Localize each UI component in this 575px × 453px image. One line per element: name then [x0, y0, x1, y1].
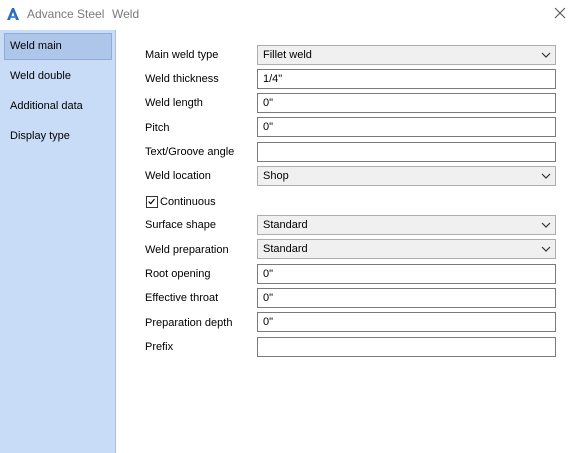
sidebar-item-label: Additional data	[10, 100, 83, 112]
chevron-down-icon	[541, 246, 551, 252]
prefix-input[interactable]	[257, 337, 556, 357]
text-groove-angle-input[interactable]	[257, 142, 556, 162]
weld-location-label: Weld location	[145, 170, 211, 182]
root-opening-input[interactable]: 0"	[257, 264, 556, 284]
continuous-label[interactable]: Continuous	[160, 195, 216, 209]
weld-length-value: 0"	[263, 97, 274, 109]
sidebar: Weld main Weld double Additional data Di…	[0, 30, 116, 453]
surface-shape-label: Surface shape	[145, 219, 216, 231]
checkmark-icon	[148, 198, 155, 205]
main-weld-type-value: Fillet weld	[263, 49, 312, 61]
text-groove-angle-label: Text/Groove angle	[145, 146, 235, 158]
preparation-depth-label: Preparation depth	[145, 317, 233, 329]
chevron-down-icon	[541, 173, 551, 179]
sidebar-item-label: Weld main	[10, 40, 62, 52]
weld-length-label: Weld length	[145, 97, 203, 109]
preparation-depth-input[interactable]: 0"	[257, 312, 556, 332]
weld-preparation-label: Weld preparation	[145, 244, 229, 256]
main-weld-type-select[interactable]: Fillet weld	[257, 45, 556, 65]
surface-shape-value: Standard	[263, 219, 308, 231]
weld-location-select[interactable]: Shop	[257, 166, 556, 186]
effective-throat-label: Effective throat	[145, 292, 219, 304]
continuous-checkbox[interactable]	[146, 196, 158, 208]
pitch-label: Pitch	[145, 122, 170, 134]
title-bar: Advance Steel Weld	[0, 0, 575, 28]
weld-thickness-value: 1/4"	[263, 73, 283, 85]
weld-length-input[interactable]: 0"	[257, 93, 556, 113]
chevron-down-icon	[541, 52, 551, 58]
pitch-input[interactable]: 0"	[257, 117, 556, 137]
prefix-label: Prefix	[145, 341, 174, 353]
effective-throat-input[interactable]: 0"	[257, 288, 556, 308]
weld-thickness-input[interactable]: 1/4"	[257, 69, 556, 89]
sidebar-item-weld-double[interactable]: Weld double	[4, 63, 112, 90]
sidebar-item-label: Weld double	[10, 70, 71, 82]
chevron-down-icon	[541, 222, 551, 228]
effective-throat-value: 0"	[263, 292, 274, 304]
weld-location-value: Shop	[263, 170, 289, 182]
pitch-value: 0"	[263, 121, 274, 133]
sidebar-item-weld-main[interactable]: Weld main	[4, 33, 112, 60]
root-opening-label: Root opening	[145, 268, 211, 280]
dialog-title: Weld	[112, 7, 140, 21]
surface-shape-select[interactable]: Standard	[257, 215, 556, 235]
app-title: Advance Steel	[27, 7, 105, 21]
sidebar-item-label: Display type	[10, 130, 70, 142]
sidebar-item-display-type[interactable]: Display type	[4, 123, 112, 150]
weld-thickness-label: Weld thickness	[145, 73, 219, 85]
close-icon[interactable]	[552, 5, 568, 21]
sidebar-item-additional-data[interactable]: Additional data	[4, 93, 112, 120]
root-opening-value: 0"	[263, 268, 274, 280]
advance-steel-logo-icon	[7, 8, 19, 20]
preparation-depth-value: 0"	[263, 316, 274, 328]
weld-preparation-value: Standard	[263, 243, 308, 255]
main-weld-type-label: Main weld type	[145, 49, 219, 61]
weld-preparation-select[interactable]: Standard	[257, 239, 556, 259]
